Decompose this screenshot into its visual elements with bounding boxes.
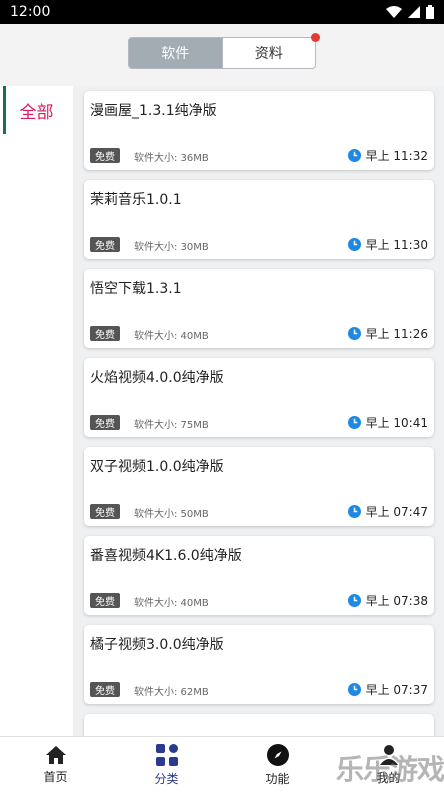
compass-icon <box>266 743 289 766</box>
item-size: 软件大小: 50MB <box>134 509 209 520</box>
sidebar-item-label: 全部 <box>19 102 54 123</box>
active-indicator <box>3 86 6 134</box>
free-badge: 免费 <box>90 148 120 163</box>
list-item-partial[interactable] <box>84 714 434 736</box>
free-badge: 免费 <box>90 682 120 697</box>
tab-label: 功能 <box>265 771 290 786</box>
item-time-text: 早上 07:38 <box>365 594 428 608</box>
item-size: 软件大小: 75MB <box>134 420 209 431</box>
clock-icon <box>347 594 361 607</box>
status-bar: 12:00 <box>0 0 444 24</box>
list-item[interactable]: 漫画屋_1.3.1纯净版 免费 软件大小: 36MB 早上 11:32 <box>84 91 434 170</box>
item-title: 火焰视频4.0.0纯净版 <box>90 370 224 386</box>
item-size: 软件大小: 30MB <box>134 242 209 253</box>
watermark-logo: 乐乐游戏 <box>335 753 444 786</box>
item-time-text: 早上 10:41 <box>365 416 428 430</box>
item-time: 早上 11:30 <box>347 236 428 253</box>
item-size: 软件大小: 36MB <box>134 153 209 164</box>
item-title: 双子视频1.0.0纯净版 <box>90 459 224 475</box>
free-badge: 免费 <box>90 326 120 341</box>
list-item[interactable]: 番喜视频4K1.6.0纯净版 免费 软件大小: 40MB 早上 07:38 <box>84 536 434 615</box>
free-badge: 免费 <box>90 237 120 252</box>
item-size: 软件大小: 62MB <box>134 687 209 698</box>
clock-icon <box>347 416 361 429</box>
item-time: 早上 07:38 <box>347 592 428 609</box>
item-time: 早上 07:47 <box>347 503 428 520</box>
item-time-text: 早上 11:26 <box>365 327 428 341</box>
tab-home[interactable]: 首页 <box>0 737 111 792</box>
category-sidebar: 全部 <box>0 86 73 736</box>
home-icon <box>45 745 66 764</box>
app-list[interactable]: 漫画屋_1.3.1纯净版 免费 软件大小: 36MB 早上 11:32 茉莉音乐… <box>73 86 444 736</box>
free-badge: 免费 <box>90 593 120 608</box>
grid-icon <box>155 743 178 766</box>
item-time: 早上 11:26 <box>347 325 428 342</box>
tab-materials[interactable]: 资料 <box>221 38 316 68</box>
status-time: 12:00 <box>10 4 51 20</box>
battery-icon <box>426 5 434 19</box>
sidebar-item-all[interactable]: 全部 <box>0 86 73 134</box>
item-time: 早上 10:41 <box>347 414 428 431</box>
tab-label: 首页 <box>43 769 68 784</box>
tab-function[interactable]: 功能 <box>222 737 333 792</box>
tab-label: 分类 <box>154 771 179 786</box>
notification-dot <box>311 33 320 42</box>
clock-icon <box>347 683 361 696</box>
clock-icon <box>347 505 361 518</box>
segment-control: 软件 资料 <box>128 33 320 69</box>
item-time-text: 早上 07:47 <box>365 505 428 519</box>
list-item[interactable]: 橘子视频3.0.0纯净版 免费 软件大小: 62MB 早上 07:37 <box>84 625 434 704</box>
tab-software[interactable]: 软件 <box>129 38 222 68</box>
item-title: 茉莉音乐1.0.1 <box>90 192 182 208</box>
header: 软件 资料 <box>0 24 444 86</box>
item-size: 软件大小: 40MB <box>134 598 209 609</box>
item-time: 早上 11:32 <box>347 147 428 164</box>
item-title: 漫画屋_1.3.1纯净版 <box>90 103 217 119</box>
clock-icon <box>347 149 361 162</box>
item-title: 橘子视频3.0.0纯净版 <box>90 637 224 653</box>
tab-category[interactable]: 分类 <box>111 737 222 792</box>
item-time-text: 早上 07:37 <box>365 683 428 697</box>
item-time-text: 早上 11:30 <box>365 238 428 252</box>
item-title: 悟空下载1.3.1 <box>90 281 182 297</box>
item-size: 软件大小: 40MB <box>134 331 209 342</box>
list-item[interactable]: 茉莉音乐1.0.1 免费 软件大小: 30MB 早上 11:30 <box>84 180 434 259</box>
free-badge: 免费 <box>90 504 120 519</box>
clock-icon <box>347 327 361 340</box>
wifi-icon <box>386 6 402 18</box>
item-time: 早上 07:37 <box>347 681 428 698</box>
item-title: 番喜视频4K1.6.0纯净版 <box>90 548 242 564</box>
list-item[interactable]: 火焰视频4.0.0纯净版 免费 软件大小: 75MB 早上 10:41 <box>84 358 434 437</box>
signal-icon <box>408 6 420 18</box>
list-item[interactable]: 悟空下载1.3.1 免费 软件大小: 40MB 早上 11:26 <box>84 269 434 348</box>
list-item[interactable]: 双子视频1.0.0纯净版 免费 软件大小: 50MB 早上 07:47 <box>84 447 434 526</box>
free-badge: 免费 <box>90 415 120 430</box>
item-time-text: 早上 11:32 <box>365 149 428 163</box>
status-icons <box>386 5 434 19</box>
clock-icon <box>347 238 361 251</box>
